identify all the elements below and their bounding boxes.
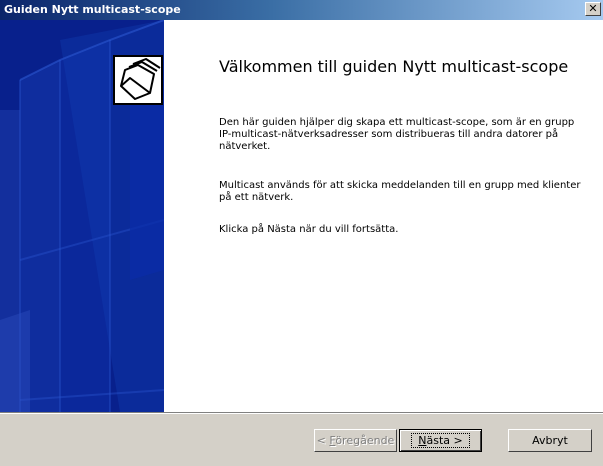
focus-rect: Nästa >	[411, 433, 470, 448]
title-bar[interactable]: Guiden Nytt multicast-scope ✕	[0, 0, 603, 20]
back-button[interactable]: < Föregående	[314, 429, 397, 452]
instruction-paragraph: Klicka på Nästa när du vill fortsätta.	[219, 224, 399, 235]
window-title: Guiden Nytt multicast-scope	[4, 3, 181, 16]
button-bar: < Föregående Nästa > Avbryt	[0, 412, 603, 466]
close-button[interactable]: ✕	[585, 2, 601, 16]
multicast-paragraph: Multicast används för att skicka meddela…	[219, 180, 581, 203]
wizard-banner	[0, 20, 164, 412]
page-title: Välkommen till guiden Nytt multicast-sco…	[219, 57, 569, 76]
next-button[interactable]: Nästa >	[399, 429, 482, 452]
folders-icon	[113, 55, 163, 105]
cancel-button[interactable]: Avbryt	[508, 429, 592, 452]
banner-graphic	[0, 20, 164, 412]
wizard-window: Guiden Nytt multicast-scope ✕ Välkommen …	[0, 0, 603, 466]
intro-paragraph: Den här guiden hjälper dig skapa ett mul…	[219, 117, 575, 152]
close-icon: ✕	[588, 2, 598, 15]
